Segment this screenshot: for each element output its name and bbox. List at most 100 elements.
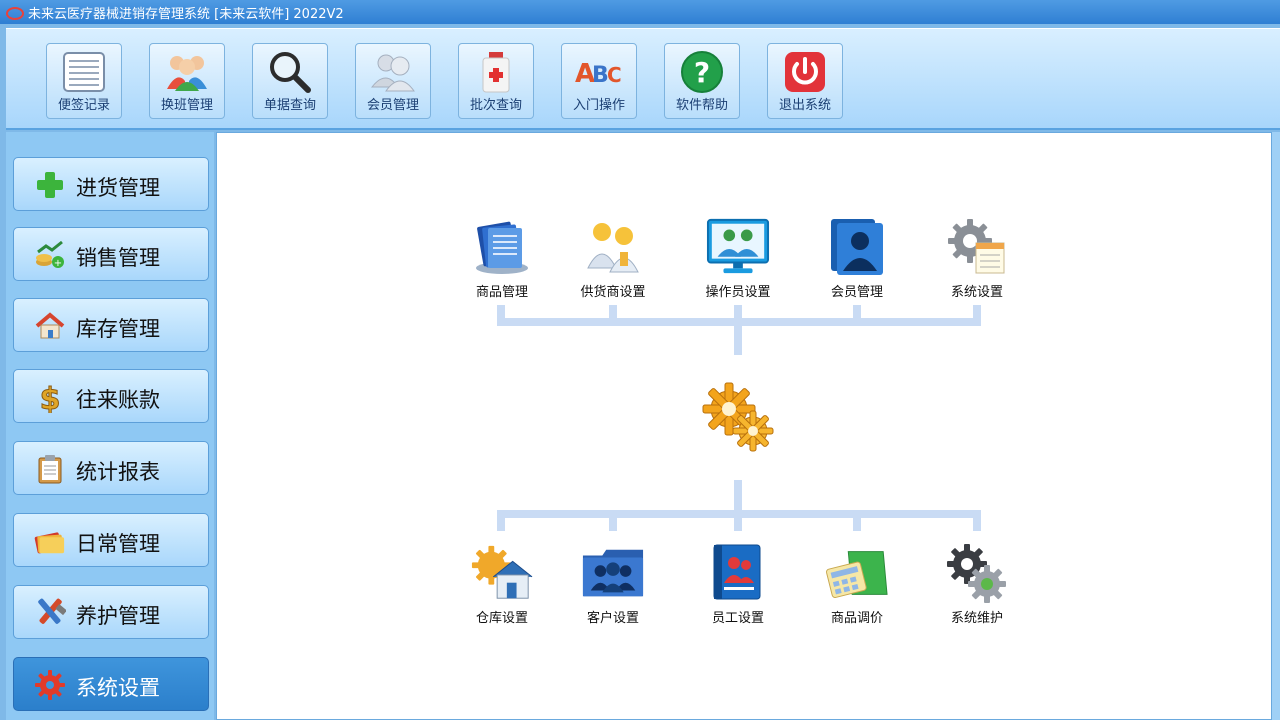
maintenance-gears-icon [945, 543, 1009, 603]
connector-top-stem [734, 325, 742, 355]
shift-manage-button[interactable]: 换班管理 [149, 43, 225, 119]
gear-icon [34, 670, 66, 700]
customer-folder-icon [581, 543, 645, 603]
folders-icon [34, 526, 66, 556]
node-product-manage[interactable]: 商品管理 [452, 217, 552, 300]
connector-top-drop [973, 305, 981, 325]
sidebar-item-label: 养护管理 [76, 604, 160, 628]
connector-bottom-drop [609, 517, 617, 531]
node-label: 仓库设置 [475, 611, 528, 626]
connector-bottom-drop [497, 517, 505, 531]
node-warehouse-settings[interactable]: 仓库设置 [452, 543, 552, 626]
members-icon [369, 50, 417, 94]
connector-bottom-drop [734, 517, 742, 531]
svg-text:?: ? [694, 56, 710, 89]
sidebar-item-label: 库存管理 [76, 317, 160, 341]
node-label: 客户设置 [586, 611, 639, 626]
member-portrait-icon [825, 217, 889, 277]
node-employee-settings[interactable]: 员工设置 [688, 543, 788, 626]
help-question-icon: ? [678, 50, 726, 94]
sidebar-item-inventory[interactable]: 库存管理 [13, 298, 209, 352]
node-label: 操作员设置 [705, 285, 771, 300]
sidebar-item-label: 系统设置 [76, 676, 160, 700]
node-label: 商品调价 [830, 611, 883, 626]
notepad-icon [60, 50, 108, 94]
node-customer-settings[interactable]: 客户设置 [563, 543, 663, 626]
connector-top-drop [497, 305, 505, 325]
medicine-bottle-icon [472, 50, 520, 94]
supplier-people-icon [581, 217, 645, 277]
sidebar-item-accounts[interactable]: $ 往来账款 [13, 369, 209, 423]
node-system-maintenance[interactable]: 系统维护 [927, 543, 1027, 626]
abc-icon: ABC [575, 50, 623, 94]
svg-text:C: C [607, 63, 622, 87]
warehouse-icon [470, 543, 534, 603]
tools-icon [34, 598, 66, 628]
node-label: 系统维护 [950, 611, 1003, 626]
help-button[interactable]: ? 软件帮助 [664, 43, 740, 119]
gears-center-icon [699, 379, 777, 457]
batch-query-label: 批次查询 [469, 98, 522, 113]
node-label: 系统设置 [950, 285, 1003, 300]
svg-text:$: $ [40, 382, 61, 413]
sidebar-item-label: 统计报表 [76, 460, 160, 484]
node-label: 商品管理 [475, 285, 528, 300]
getting-started-label: 入门操作 [572, 98, 625, 113]
window-title: 未来云医疗器械进销存管理系统 [未来云软件] 2022V2 [28, 6, 344, 22]
settings-gear-doc-icon [945, 217, 1009, 277]
notepad-label: 便签记录 [57, 98, 110, 113]
sidebar-item-label: 往来账款 [76, 388, 160, 412]
sidebar-item-maintenance[interactable]: 养护管理 [13, 585, 209, 639]
sidebar-item-label: 销售管理 [76, 246, 160, 270]
exit-label: 退出系统 [778, 98, 831, 113]
sidebar-item-reports[interactable]: 统计报表 [13, 441, 209, 495]
toolbar: 便签记录 换班管理 单据查询 会员管理 批次查询 ABC 入门操作 ? 软件帮助 [6, 28, 1280, 130]
sidebar-item-system-settings[interactable]: 系统设置 [13, 657, 209, 711]
right-edge-strip [1272, 132, 1280, 720]
sidebar-item-label: 日常管理 [76, 532, 160, 556]
connector-top-drop [853, 305, 861, 325]
shift-manage-label: 换班管理 [160, 98, 213, 113]
bill-query-label: 单据查询 [263, 98, 316, 113]
app-logo-icon [6, 5, 24, 20]
svg-text:+: + [54, 258, 62, 269]
connector-bottom-drop [853, 517, 861, 531]
exit-button[interactable]: 退出系统 [767, 43, 843, 119]
sidebar-item-label: 进货管理 [76, 176, 160, 200]
node-system-settings[interactable]: 系统设置 [927, 217, 1027, 300]
bill-query-button[interactable]: 单据查询 [252, 43, 328, 119]
node-label: 员工设置 [711, 611, 764, 626]
node-member-manage[interactable]: 会员管理 [807, 217, 907, 300]
product-stack-icon [470, 217, 534, 277]
sidebar-item-daily[interactable]: 日常管理 [13, 513, 209, 567]
node-label: 供货商设置 [580, 285, 646, 300]
main-panel: 商品管理 供货商设置 操作员设置 会员管理 系统设置 仓库设置 客户设置 员工设… [216, 132, 1272, 720]
sidebar-item-sales[interactable]: + 销售管理 [13, 227, 209, 281]
node-operator-settings[interactable]: 操作员设置 [688, 217, 788, 300]
house-icon [34, 311, 66, 341]
member-manage-label: 会员管理 [366, 98, 419, 113]
connector-bottom-stem [734, 480, 742, 510]
node-supplier-settings[interactable]: 供货商设置 [563, 217, 663, 300]
employee-book-icon [706, 543, 770, 603]
price-calculator-icon [825, 543, 889, 603]
node-price-adjust[interactable]: 商品调价 [807, 543, 907, 626]
sidebar: 进货管理 + 销售管理 库存管理 $ 往来账款 统计报表 日常管理 养护管理 系… [6, 132, 214, 720]
operator-monitor-icon [706, 217, 770, 277]
magnifier-icon [266, 50, 314, 94]
users-group-icon [163, 50, 211, 94]
connector-top-drop [609, 305, 617, 325]
connector-top-drop [734, 305, 742, 325]
getting-started-button[interactable]: ABC 入门操作 [561, 43, 637, 119]
batch-query-button[interactable]: 批次查询 [458, 43, 534, 119]
node-label: 会员管理 [830, 285, 883, 300]
sidebar-item-purchase[interactable]: 进货管理 [13, 157, 209, 211]
title-bar: 未来云医疗器械进销存管理系统 [未来云软件] 2022V2 [0, 0, 1280, 24]
connector-bottom-drop [973, 517, 981, 531]
dollar-icon: $ [34, 382, 66, 414]
help-label: 软件帮助 [675, 98, 728, 113]
notepad-button[interactable]: 便签记录 [46, 43, 122, 119]
green-plus-icon [34, 170, 66, 200]
money-chart-icon: + [34, 240, 66, 270]
member-manage-button[interactable]: 会员管理 [355, 43, 431, 119]
